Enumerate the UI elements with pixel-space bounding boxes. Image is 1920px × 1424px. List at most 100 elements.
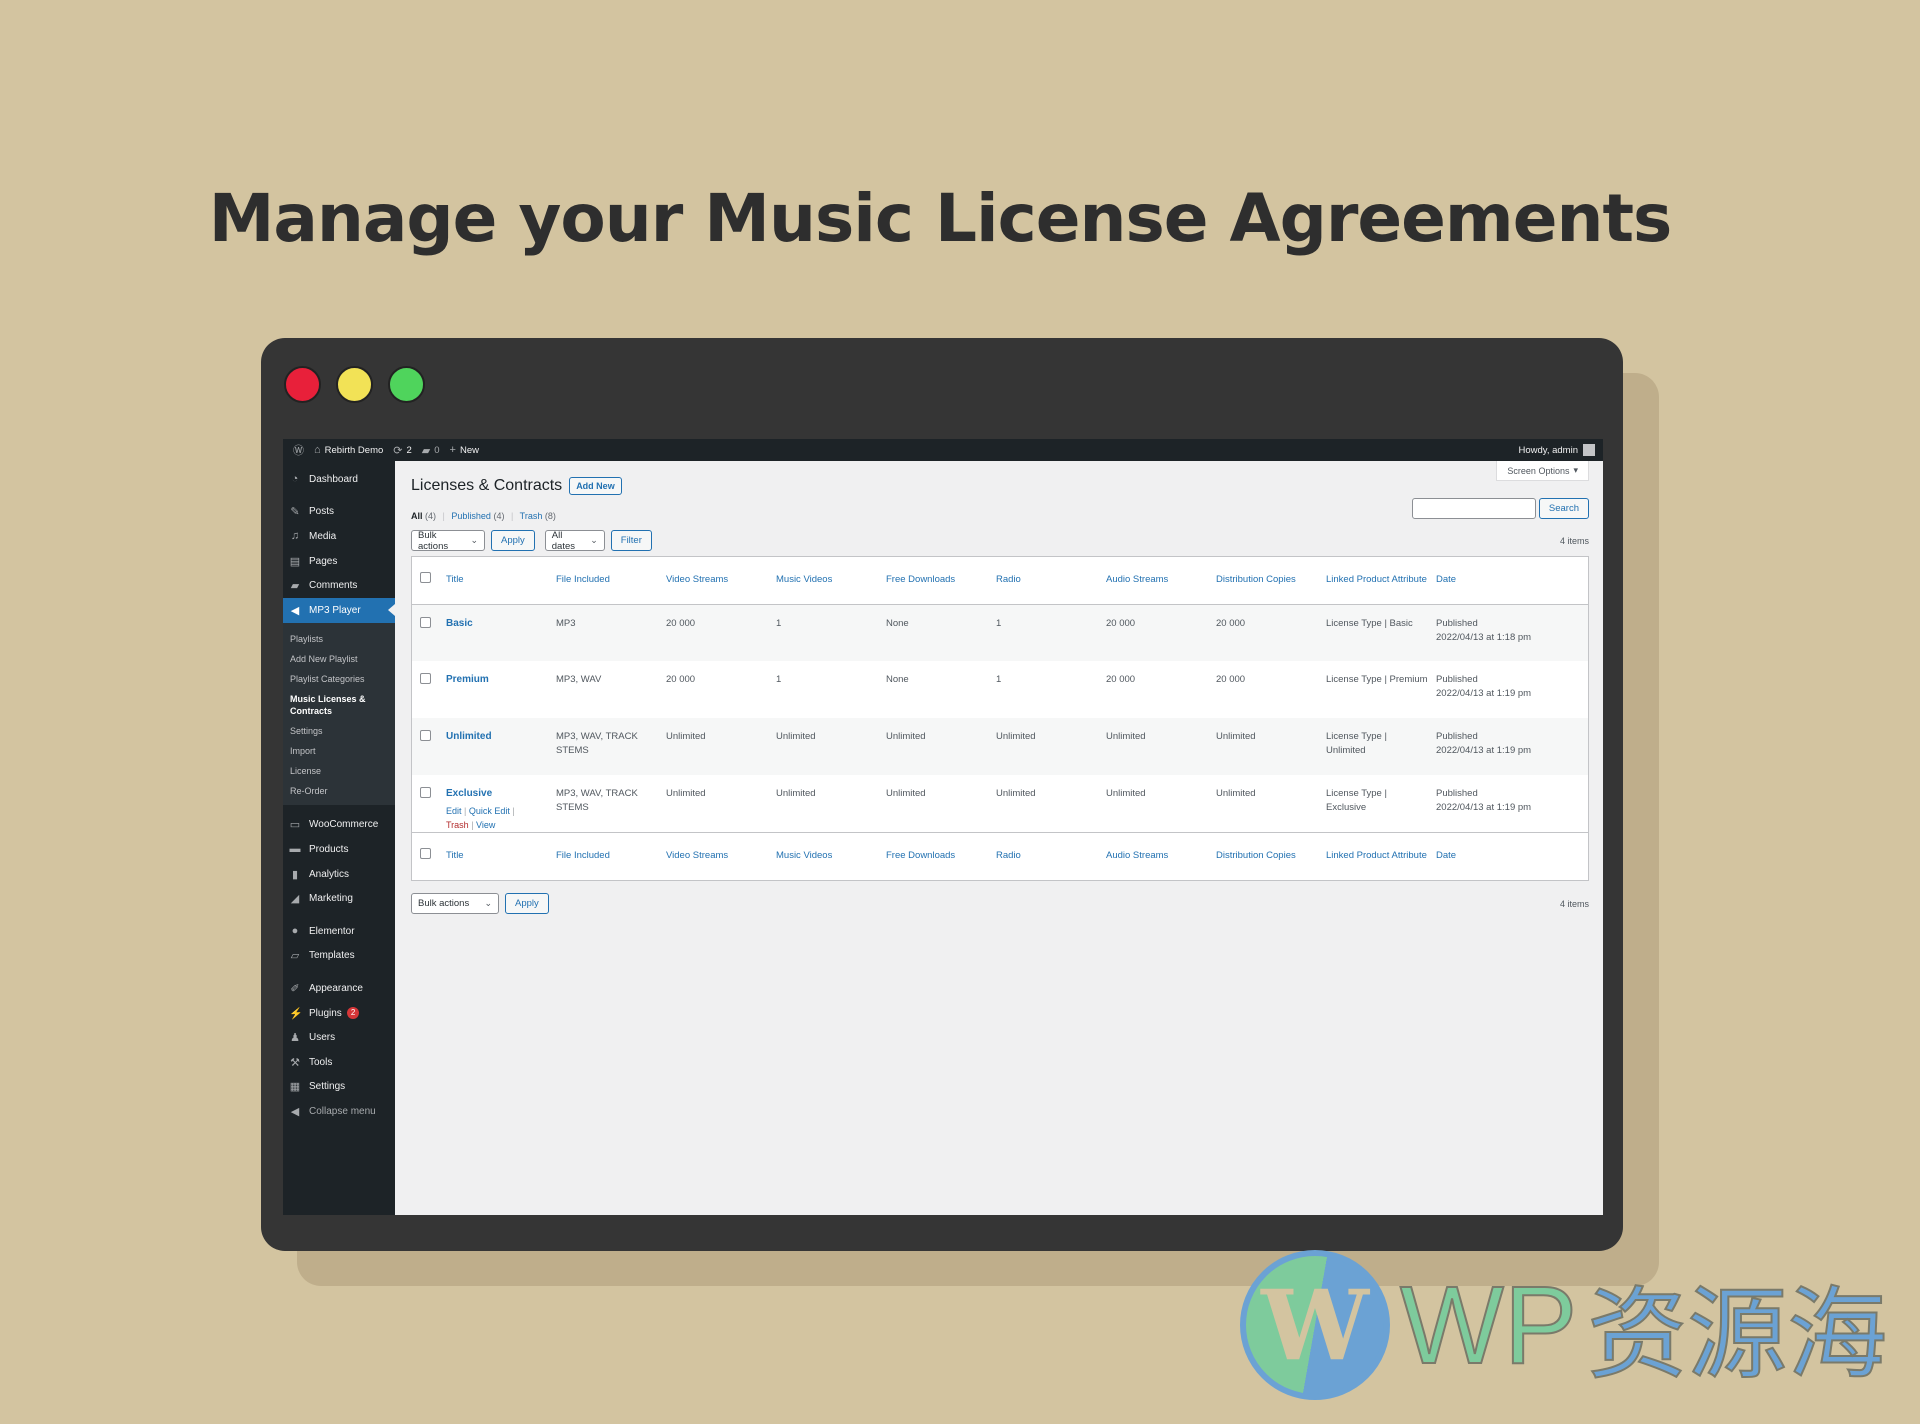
sidebar-item-appearance[interactable]: ✐ Appearance xyxy=(283,976,395,1001)
filter-trash[interactable]: Trash (8) xyxy=(520,511,556,521)
search-button[interactable]: Search xyxy=(1538,498,1589,519)
apply-button-bottom[interactable]: Apply xyxy=(505,893,549,914)
submenu-import[interactable]: Import xyxy=(283,741,395,761)
cell-free-downloads: None xyxy=(886,617,909,629)
search-input[interactable] xyxy=(1411,498,1536,519)
sidebar-item-elementor[interactable]: ● Elementor xyxy=(283,919,395,944)
row-title-link[interactable]: Exclusive xyxy=(446,788,492,799)
hero-title: Manage your Music License Agreements xyxy=(208,180,1673,257)
filter-button[interactable]: Filter xyxy=(610,530,652,551)
quick-edit-link[interactable]: Quick Edit xyxy=(469,806,510,816)
cell-attribute: License Type | Exclusive xyxy=(1326,788,1387,813)
column-header-file-included[interactable]: File Included xyxy=(552,557,662,604)
cell-date: Published 2022/04/13 at 1:19 pm xyxy=(1436,788,1532,813)
row-checkbox[interactable] xyxy=(420,616,431,628)
cell-video-streams: Unlimited xyxy=(666,788,706,799)
comments-link[interactable]: ▰ 0 xyxy=(422,444,440,457)
table-header-row: Title File Included Video Streams Music … xyxy=(412,557,1588,604)
select-all-checkbox[interactable] xyxy=(420,572,431,584)
screen-options-button[interactable]: Screen Options ▾ xyxy=(1496,461,1589,481)
column-footer-file-included[interactable]: File Included xyxy=(552,833,662,880)
sidebar-item-templates[interactable]: ▱ Templates xyxy=(283,944,395,969)
site-name-link[interactable]: ⌂ Rebirth Demo xyxy=(314,444,383,456)
collapse-menu-button[interactable]: ◀ Collapse menu xyxy=(283,1099,395,1124)
wordpress-logo-icon[interactable]: Ⓦ xyxy=(293,442,304,458)
sidebar-item-plugins[interactable]: ⚡ Plugins 2 xyxy=(283,1001,395,1026)
cell-music-videos: Unlimited xyxy=(776,788,816,799)
account-menu[interactable]: Howdy, admin xyxy=(1519,444,1595,456)
column-footer-video-streams[interactable]: Video Streams xyxy=(662,833,772,880)
sidebar-item-products[interactable]: ▬ Products xyxy=(283,837,395,862)
apply-button[interactable]: Apply xyxy=(491,530,535,551)
column-footer-music-videos[interactable]: Music Videos xyxy=(772,833,882,880)
status-filters: All (4) | Published (4) | Trash (8) xyxy=(411,511,556,521)
column-header-linked-product-attribute[interactable]: Linked Product Attribute xyxy=(1322,557,1432,604)
row-checkbox[interactable] xyxy=(420,673,431,684)
sidebar-item-pages[interactable]: ▤ Pages xyxy=(283,549,395,574)
filter-all[interactable]: All (4) xyxy=(411,511,436,521)
sidebar-item-media[interactable]: ♫ Media xyxy=(283,524,395,549)
filter-published[interactable]: Published (4) xyxy=(451,511,504,521)
sidebar-item-woocommerce[interactable]: ▭ WooCommerce xyxy=(283,813,395,838)
cell-video-streams: Unlimited xyxy=(666,731,706,742)
close-window-button[interactable] xyxy=(284,366,321,403)
new-content-link[interactable]: + New xyxy=(450,444,479,456)
table-row: Premium MP3, WAV 20 000 1 None 1 20 000 … xyxy=(412,661,1588,718)
row-title-link[interactable]: Premium xyxy=(446,674,489,685)
column-footer-distribution-copies[interactable]: Distribution Copies xyxy=(1212,833,1322,880)
cell-video-streams: 20 000 xyxy=(666,674,696,685)
submenu-playlist-categories[interactable]: Playlist Categories xyxy=(283,669,395,689)
sidebar-item-dashboard[interactable]: ◔ Dashboard xyxy=(283,467,395,492)
sidebar-item-settings[interactable]: ▦ Settings xyxy=(283,1075,395,1100)
row-title-link[interactable]: Unlimited xyxy=(446,731,492,742)
sidebar-item-users[interactable]: ♟ Users xyxy=(283,1025,395,1050)
row-checkbox[interactable] xyxy=(420,787,431,798)
bulk-actions-select-bottom[interactable]: Bulk actions ⌄ xyxy=(411,893,499,914)
edit-link[interactable]: Edit xyxy=(446,806,462,816)
column-footer-free-downloads[interactable]: Free Downloads xyxy=(882,833,992,880)
sidebar-item-mp3-player[interactable]: ◀ MP3 Player xyxy=(283,597,395,623)
column-header-audio-streams[interactable]: Audio Streams xyxy=(1102,557,1212,604)
submenu-re-order[interactable]: Re-Order xyxy=(283,781,395,801)
submenu-license[interactable]: License xyxy=(283,761,395,781)
submenu-music-licenses[interactable]: Music Licenses & Contracts xyxy=(283,689,395,721)
column-header-date[interactable]: Date xyxy=(1432,557,1588,604)
column-header-music-videos[interactable]: Music Videos xyxy=(772,557,882,604)
cell-date: Published 2022/04/13 at 1:18 pm xyxy=(1436,617,1532,643)
date-filter-select[interactable]: All dates ⌄ xyxy=(544,530,605,552)
trash-link[interactable]: Trash xyxy=(446,820,469,830)
sidebar-item-marketing[interactable]: ◢ Marketing xyxy=(283,886,395,911)
sidebar-item-comments[interactable]: ▰ Comments xyxy=(283,573,395,598)
column-header-title[interactable]: Title xyxy=(442,557,552,604)
cell-distribution: 20 000 xyxy=(1216,674,1246,685)
bulk-actions-select[interactable]: Bulk actions ⌄ xyxy=(411,530,485,552)
row-title-link[interactable]: Basic xyxy=(446,618,473,629)
submenu-playlists[interactable]: Playlists xyxy=(283,629,395,649)
submenu-add-new-playlist[interactable]: Add New Playlist xyxy=(283,649,395,669)
column-header-video-streams[interactable]: Video Streams xyxy=(662,557,772,604)
column-header-distribution-copies[interactable]: Distribution Copies xyxy=(1212,557,1322,604)
sidebar-item-analytics[interactable]: ▮ Analytics xyxy=(283,862,395,887)
view-link[interactable]: View xyxy=(476,820,495,830)
updates-link[interactable]: ⟳ 2 xyxy=(393,444,412,457)
submenu-settings[interactable]: Settings xyxy=(283,721,395,741)
minimize-window-button[interactable] xyxy=(336,366,373,403)
select-all-checkbox-footer[interactable] xyxy=(420,848,431,860)
column-footer-radio[interactable]: Radio xyxy=(992,833,1102,880)
column-footer-audio-streams[interactable]: Audio Streams xyxy=(1102,833,1212,880)
sidebar-item-posts[interactable]: ✎ Posts xyxy=(283,500,395,525)
licenses-table: Title File Included Video Streams Music … xyxy=(411,556,1589,881)
caret-down-icon: ▾ xyxy=(1573,465,1578,475)
items-count-bottom: 4 items xyxy=(1559,899,1589,909)
maximize-window-button[interactable] xyxy=(388,366,425,403)
column-footer-linked-product-attribute[interactable]: Linked Product Attribute xyxy=(1322,833,1432,880)
cell-radio: Unlimited xyxy=(996,788,1036,799)
row-checkbox[interactable] xyxy=(420,730,431,741)
column-header-free-downloads[interactable]: Free Downloads xyxy=(882,557,992,604)
sidebar-item-tools[interactable]: ⚒ Tools xyxy=(283,1050,395,1075)
column-footer-title[interactable]: Title xyxy=(442,833,552,880)
table-footer-row: Title File Included Video Streams Music … xyxy=(412,832,1588,880)
add-new-button[interactable]: Add New xyxy=(569,477,622,495)
column-header-radio[interactable]: Radio xyxy=(992,557,1102,604)
column-footer-date[interactable]: Date xyxy=(1432,833,1588,880)
